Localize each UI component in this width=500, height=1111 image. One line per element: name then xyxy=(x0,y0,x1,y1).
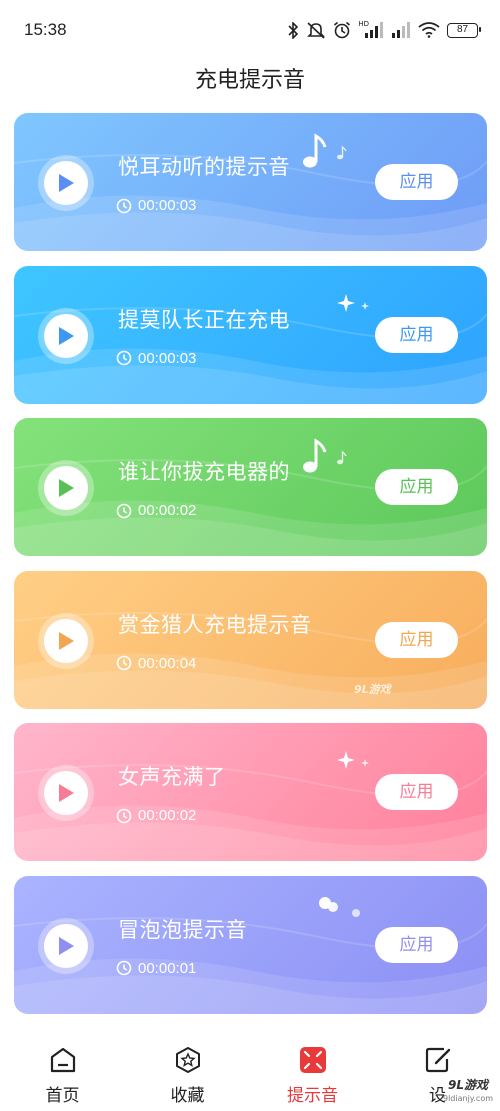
sound-card[interactable]: 赏金猎人充电提示音 00:00:04 应用 9L游戏 xyxy=(14,570,487,709)
hd-label: HD xyxy=(358,20,369,28)
sound-duration: 00:00:04 xyxy=(116,655,196,672)
sound-duration: 00:00:02 xyxy=(116,502,196,519)
status-icons: HD 87 xyxy=(287,20,481,39)
tab-label: 收藏 xyxy=(170,1086,205,1106)
duration-text: 00:00:04 xyxy=(138,654,197,672)
sound-duration: 00:00:03 xyxy=(116,197,196,214)
apply-button[interactable]: 应用 xyxy=(375,469,458,506)
sound-title: 提莫队长正在充电 xyxy=(118,307,290,332)
bottom-tab-bar: 首页 收藏 提示音设 xyxy=(0,1033,500,1111)
play-button-inner xyxy=(44,923,88,968)
bell-icon xyxy=(299,1047,326,1073)
watermark-mid: 9L游戏 xyxy=(354,682,391,696)
apply-button[interactable]: 应用 xyxy=(375,316,458,353)
star-icon xyxy=(175,1047,200,1073)
clock-icon xyxy=(116,350,132,366)
tab-label: 提示音 xyxy=(287,1086,338,1106)
play-button[interactable] xyxy=(38,765,94,822)
sound-duration: 00:00:03 xyxy=(116,350,196,367)
play-button-inner xyxy=(44,161,88,205)
music-notes-icon xyxy=(303,133,347,168)
play-button[interactable] xyxy=(38,612,94,669)
apply-button[interactable]: 应用 xyxy=(375,926,458,963)
watermark-logo: 9L游戏 xyxy=(448,1078,488,1092)
play-icon xyxy=(59,326,74,345)
home-icon xyxy=(50,1047,75,1073)
play-button[interactable] xyxy=(38,917,94,974)
sound-title: 冒泡泡提示音 xyxy=(118,917,247,942)
play-button-inner xyxy=(44,313,88,358)
play-button[interactable] xyxy=(38,307,94,364)
apply-button[interactable]: 应用 xyxy=(375,774,458,811)
sound-title: 谁让你拔充电器的 xyxy=(118,460,290,485)
clock-icon xyxy=(116,655,132,671)
duration-text: 00:00:02 xyxy=(138,807,197,825)
duration-text: 00:00:03 xyxy=(138,197,197,214)
apply-button[interactable]: 应用 xyxy=(375,621,458,658)
sound-title: 女声充满了 xyxy=(118,765,226,790)
watermark-corner: 9L游戏 9ldianjy.com xyxy=(442,1079,494,1105)
tab-home[interactable]: 首页 xyxy=(0,1033,125,1111)
sound-card[interactable]: 冒泡泡提示音 00:00:01 应用 xyxy=(14,875,487,1014)
watermark-url: 9ldianjy.com xyxy=(442,1094,494,1103)
sound-list: 悦耳动听的提示音 00:00:03 应用 提莫队长正在充电 00:00:03 应用 谁让你拔… xyxy=(14,113,487,1029)
duration-text: 00:00:01 xyxy=(138,959,197,977)
play-icon xyxy=(59,479,74,498)
sparkle-icon xyxy=(337,751,369,770)
page-title: 充电提示音 xyxy=(194,68,305,93)
play-icon xyxy=(59,174,74,192)
music-notes-icon xyxy=(303,438,347,473)
play-button-inner xyxy=(44,771,88,816)
tab-label: 首页 xyxy=(45,1086,80,1106)
play-icon xyxy=(59,936,74,955)
sound-card[interactable]: 女声充满了 00:00:02 应用 xyxy=(14,723,487,862)
bluetooth-icon xyxy=(288,21,299,39)
sound-duration: 00:00:01 xyxy=(116,960,196,977)
play-button-inner xyxy=(44,466,88,511)
duration-text: 00:00:03 xyxy=(138,349,197,367)
sound-duration: 00:00:02 xyxy=(116,807,196,824)
duration-text: 00:00:02 xyxy=(138,502,197,520)
sound-title: 赏金猎人充电提示音 xyxy=(118,612,312,637)
sound-card[interactable]: 提莫队长正在充电 00:00:03 应用 xyxy=(14,265,487,404)
signal-2-icon xyxy=(392,22,410,38)
sparkle-icon xyxy=(337,293,369,312)
clock-icon xyxy=(116,961,132,976)
tab-star[interactable]: 收藏 xyxy=(125,1033,250,1111)
alarm-icon xyxy=(334,21,351,39)
clock-icon xyxy=(116,503,132,518)
sound-title: 悦耳动听的提示音 xyxy=(118,155,290,179)
bubbles-icon xyxy=(319,896,360,917)
sound-card[interactable]: 悦耳动听的提示音 00:00:03 应用 xyxy=(14,113,487,251)
play-icon xyxy=(59,631,74,650)
play-button-inner xyxy=(44,618,88,663)
battery-indicator: 87 xyxy=(447,22,481,38)
play-icon xyxy=(59,784,74,803)
play-button[interactable] xyxy=(38,460,94,517)
status-bar: 15:38 HD 87 xyxy=(0,0,500,60)
wifi-icon xyxy=(418,22,440,38)
sound-card[interactable]: 谁让你拔充电器的 00:00:02 应用 xyxy=(14,418,487,557)
settings-edit-icon xyxy=(425,1047,450,1073)
tab-bell[interactable]: 提示音 xyxy=(250,1033,375,1111)
clock-icon xyxy=(116,808,132,824)
play-button[interactable] xyxy=(38,155,94,211)
clock-icon xyxy=(116,198,132,213)
status-time: 15:38 xyxy=(24,20,67,39)
apply-button[interactable]: 应用 xyxy=(375,164,458,200)
mute-bell-icon xyxy=(307,22,326,39)
